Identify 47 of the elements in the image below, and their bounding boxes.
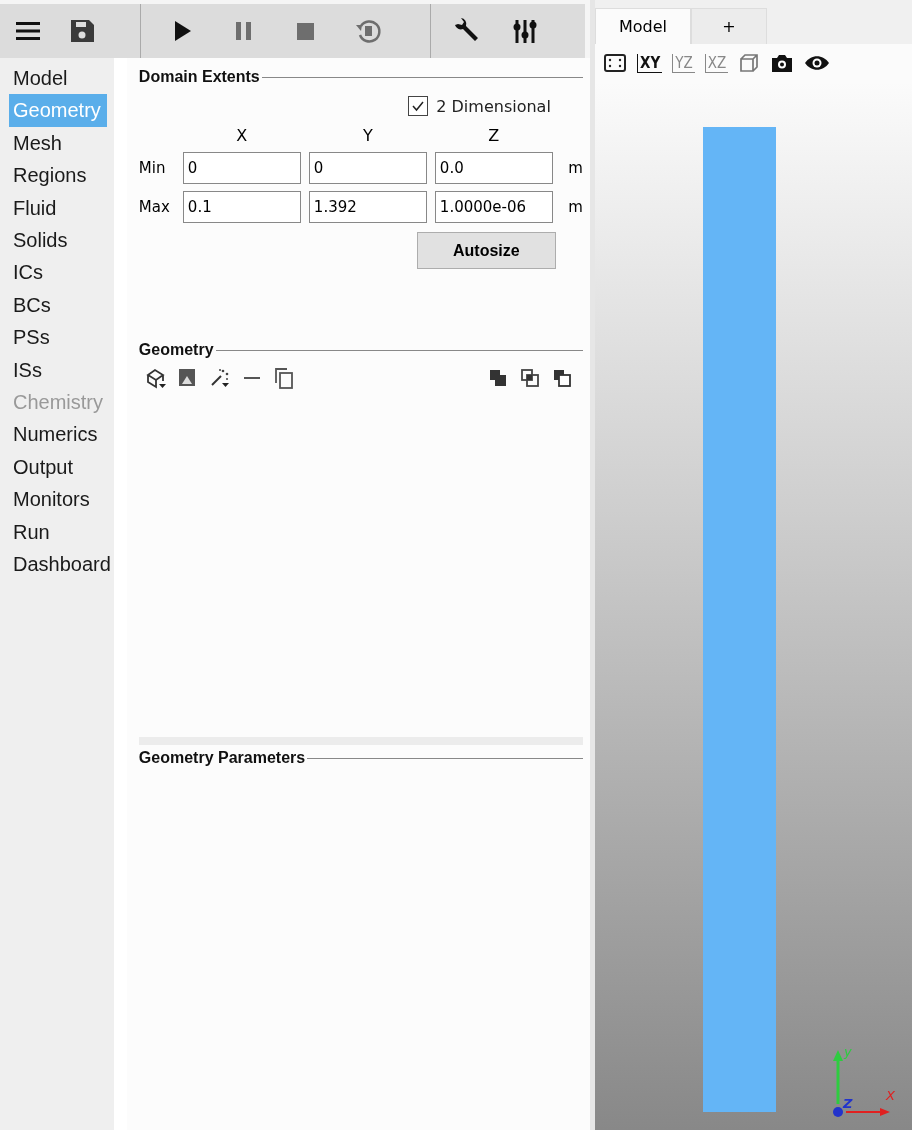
sidebar-item[interactable]: Dashboard: [9, 548, 114, 581]
sidebar-item[interactable]: Mesh: [9, 126, 65, 160]
axis-label: X: [886, 1088, 895, 1103]
camera-icon[interactable]: [770, 52, 795, 74]
sidebar-item[interactable]: Numerics: [9, 418, 101, 451]
sidebar-item[interactable]: Fluid: [9, 191, 60, 225]
input-field[interactable]: 0: [182, 152, 301, 184]
check-icon: [411, 99, 426, 113]
column-header: Y: [361, 126, 374, 145]
input-field[interactable]: 0.0: [434, 152, 553, 184]
input-field[interactable]: 1.392: [308, 191, 427, 223]
checkbox-label: 2 Dimensional: [436, 96, 551, 116]
autosize-button[interactable]: Autosize: [416, 232, 556, 269]
row-label: Max: [138, 198, 171, 216]
sidebar-item[interactable]: ISs: [9, 353, 45, 387]
input-field[interactable]: 1.0000e-06: [434, 191, 553, 223]
sidebar-item[interactable]: BCs: [9, 288, 54, 322]
sidebar-item[interactable]: Output: [9, 450, 77, 484]
view-tab[interactable]: +: [691, 8, 767, 44]
sidebar-item[interactable]: PSs: [9, 321, 53, 354]
row-label: Min: [138, 159, 167, 177]
input-field[interactable]: 0.1: [182, 191, 301, 223]
checkbox[interactable]: [408, 96, 429, 116]
view-tab[interactable]: Model: [595, 8, 691, 44]
cube-icon[interactable]: [738, 52, 761, 74]
view-axis-button[interactable]: XY: [637, 53, 663, 73]
copy-icon[interactable]: [272, 367, 295, 389]
axis-label: y: [844, 1044, 852, 1059]
section-title: Domain Extents: [138, 68, 260, 86]
fit-view-icon[interactable]: [603, 52, 627, 74]
section-title: Geometry: [138, 341, 214, 359]
section-title: Geometry Parameters: [138, 749, 306, 767]
input-field[interactable]: 0: [308, 152, 427, 184]
axis-label: Z: [843, 1096, 853, 1111]
unit-label: m: [567, 198, 583, 216]
sidebar-item[interactable]: Run: [9, 515, 53, 549]
column-header: X: [235, 126, 249, 145]
unit-label: m: [567, 159, 583, 177]
sidebar-item[interactable]: Regions: [9, 159, 90, 192]
sidebar-item[interactable]: Solids: [9, 224, 71, 257]
sidebar-item[interactable]: Model: [9, 62, 71, 95]
wireframe-box-icon[interactable]: [144, 367, 167, 389]
sidebar-item[interactable]: ICs: [9, 256, 46, 289]
column-header: Z: [487, 126, 501, 145]
intersection-icon[interactable]: [518, 367, 541, 389]
sidebar-item[interactable]: Monitors: [9, 483, 93, 516]
two-dimensional-checkbox[interactable]: 2 Dimensional: [408, 96, 551, 116]
